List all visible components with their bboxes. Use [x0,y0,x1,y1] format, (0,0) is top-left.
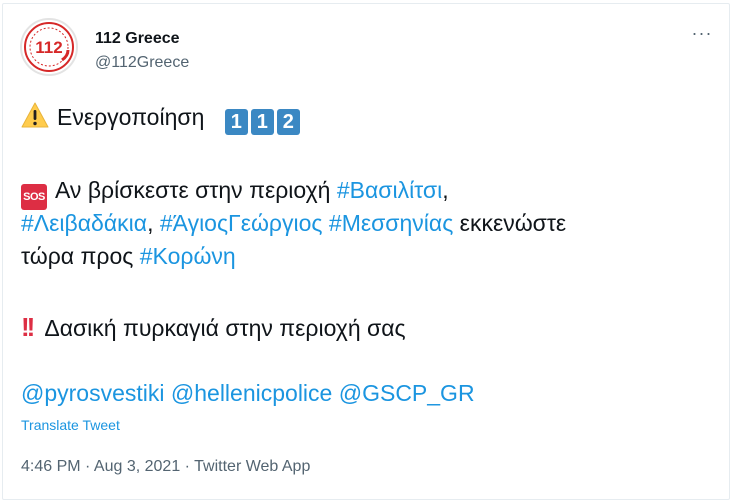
comma-text: , [442,177,449,203]
area-text: Αν βρίσκεστε στην περιοχή [55,177,337,203]
tweet-line-fire: !! Δασική πυρκαγιά στην περιοχή σας [21,312,406,344]
fire-text: Δασική πυρκαγιά στην περιοχή σας [44,315,406,341]
keycap-icon: 1 [250,109,274,135]
hashtag-link[interactable]: #Κορώνη [140,243,236,269]
user-handle[interactable]: @112Greece [95,54,189,72]
destination-text: τώρα προς [21,243,140,269]
hashtag-link[interactable]: #Λειβαδάκια [21,210,147,236]
keycap-icon: 1 [224,109,248,135]
translate-tweet-link[interactable]: Translate Tweet [21,417,120,433]
keycap-icon: 2 [276,109,300,135]
svg-text:112: 112 [35,38,62,57]
tweet-line-mentions: @pyrosvestiki @hellenicpolice @GSCP_GR [21,378,475,409]
evacuate-text: εκκενώστε [453,210,567,236]
tweet-line-area: SOS Αν βρίσκεστε στην περιοχή #Βασιλίτσι, [21,175,449,210]
separator-text: , [147,210,160,236]
tweet-card: 112 112 Greece @112Greece ··· Ενεργοποίη… [2,3,730,500]
tweet-timestamp[interactable]: 4:46 PM · Aug 3, 2021 · Twitter Web App [21,458,310,476]
sos-icon: SOS [21,184,47,210]
display-name[interactable]: 112 Greece [95,30,180,48]
hashtag-link[interactable]: #Βασιλίτσι [337,177,442,203]
mention-link[interactable]: @hellenicpolice [171,380,332,406]
mention-link[interactable]: @GSCP_GR [339,380,475,406]
hashtag-link[interactable]: #ΆγιοςΓεώργιος [160,210,323,236]
tweet-line-activation: Ενεργοποίηση 112 [21,102,303,136]
more-icon[interactable]: ··· [689,24,715,44]
hashtag-link[interactable]: #Μεσσηνίας [329,210,453,236]
112-logo-icon: 112 [24,22,74,72]
double-exclamation-icon: !! [21,312,35,342]
tweet-line-hashtags: #Λειβαδάκια, #ΆγιοςΓεώργιος #Μεσσηνίας ε… [21,208,566,239]
tweet-line-destination: τώρα προς #Κορώνη [21,241,236,272]
mention-link[interactable]: @pyrosvestiki [21,380,165,406]
warning-icon [21,102,49,136]
avatar[interactable]: 112 [20,18,78,76]
activation-text: Ενεργοποίηση [57,104,205,130]
